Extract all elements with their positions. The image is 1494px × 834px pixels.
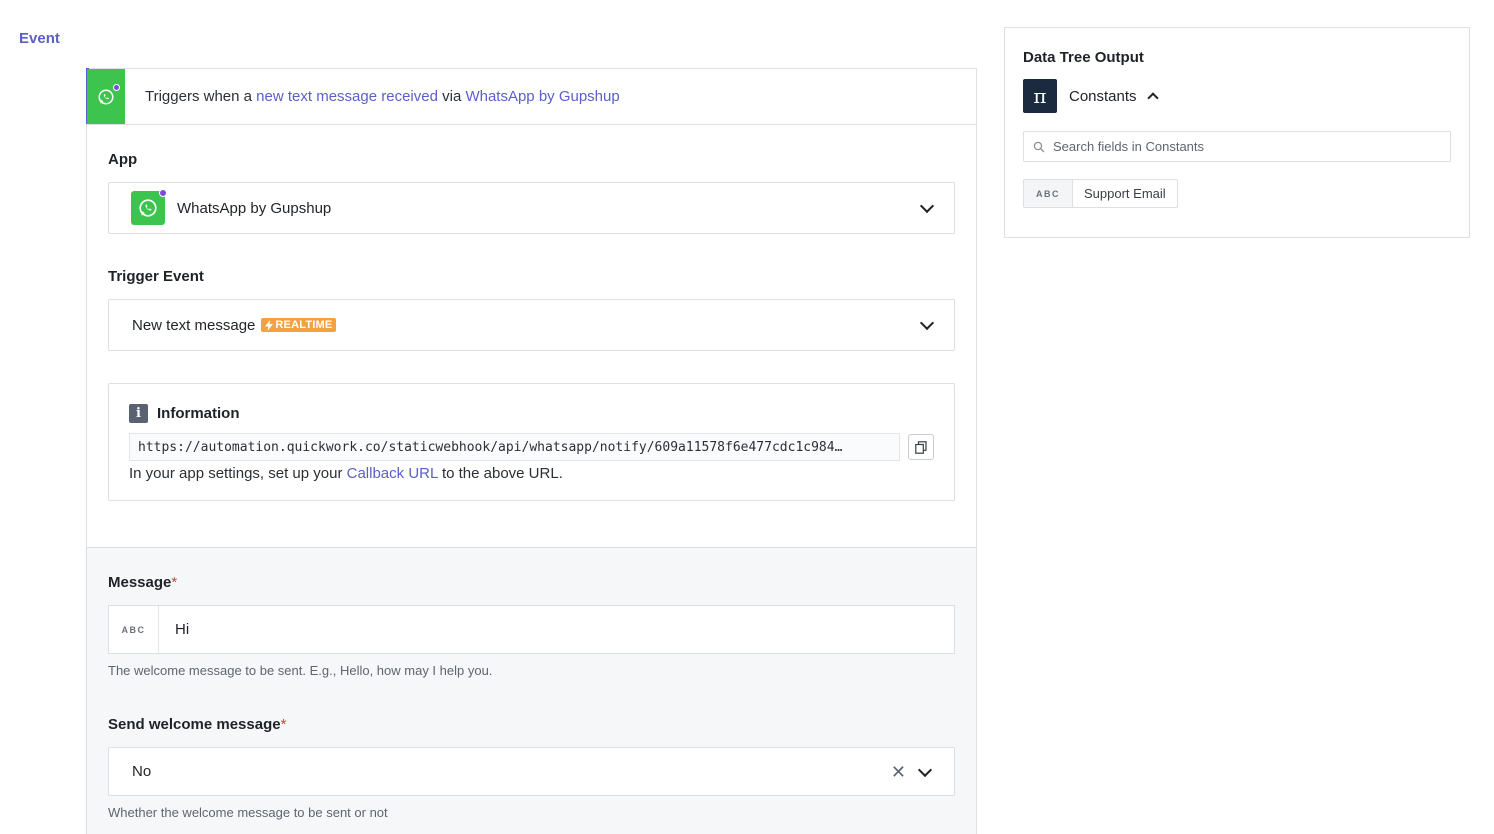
- trigger-event-link[interactable]: new text message received: [256, 88, 438, 105]
- constants-search-box[interactable]: [1023, 131, 1451, 162]
- realtime-badge: REALTIME: [261, 318, 337, 332]
- trigger-event-value: New text message: [132, 316, 256, 334]
- trigger-app-link[interactable]: WhatsApp by Gupshup: [465, 88, 619, 105]
- message-input-value[interactable]: Hi: [159, 621, 189, 638]
- text-type-tag: ABC: [1024, 180, 1073, 207]
- app-select-value: WhatsApp by Gupshup: [177, 199, 332, 217]
- app-select[interactable]: WhatsApp by Gupshup: [108, 182, 955, 234]
- search-icon: [1033, 141, 1045, 152]
- required-marker: *: [280, 716, 287, 733]
- trigger-summary-bar: Triggers when a new text message receive…: [86, 68, 976, 125]
- whatsapp-app-tile: [87, 69, 125, 124]
- constants-search-input[interactable]: [1053, 139, 1433, 154]
- gupshup-badge-icon: [159, 189, 167, 197]
- data-field-name: Support Email: [1084, 186, 1166, 201]
- input-fields-section: Message* ABC Hi The welcome message to b…: [87, 547, 976, 834]
- send-welcome-label-text: Send welcome message: [108, 716, 281, 733]
- send-welcome-label: Send welcome message*: [108, 716, 955, 733]
- data-tree-panel: Data Tree Output π Constants ABC Support…: [1004, 27, 1470, 238]
- pi-icon: π: [1023, 79, 1057, 113]
- message-hint: The welcome message to be sent. E.g., He…: [108, 663, 493, 678]
- whatsapp-app-icon: [131, 189, 167, 225]
- send-welcome-select[interactable]: No ✕: [108, 747, 955, 796]
- message-input[interactable]: ABC Hi: [108, 605, 955, 654]
- required-marker: *: [171, 574, 178, 591]
- chevron-down-icon[interactable]: [919, 198, 935, 214]
- information-title: Information: [157, 405, 240, 422]
- callback-url-link[interactable]: Callback URL: [347, 465, 438, 482]
- copy-url-button[interactable]: [908, 434, 934, 460]
- trigger-via-text: via: [437, 88, 466, 105]
- chevron-down-icon[interactable]: [917, 762, 933, 777]
- event-config-card: Triggers when a new text message receive…: [86, 68, 977, 834]
- message-label: Message*: [108, 574, 955, 591]
- copy-icon: [915, 440, 927, 454]
- chevron-up-icon[interactable]: [1146, 92, 1159, 104]
- nav-event-link[interactable]: Event: [19, 30, 60, 47]
- constants-label: Constants: [1069, 87, 1137, 105]
- information-note: In your app settings, set up your Callba…: [129, 465, 934, 482]
- trigger-event-select[interactable]: New text message REALTIME: [108, 299, 955, 351]
- text-type-tag: ABC: [109, 606, 159, 653]
- webhook-url-field[interactable]: https://automation.quickwork.co/staticwe…: [129, 433, 901, 461]
- trigger-prefix-text: Triggers when a: [145, 88, 257, 105]
- message-label-text: Message: [108, 574, 172, 591]
- note-prefix-text: In your app settings, set up your: [129, 465, 347, 482]
- clear-icon[interactable]: ✕: [891, 763, 906, 781]
- constants-group-toggle[interactable]: π Constants: [1023, 79, 1451, 113]
- realtime-badge-label: REALTIME: [275, 319, 333, 331]
- send-welcome-value: No: [132, 763, 152, 780]
- whatsapp-icon: [139, 199, 157, 217]
- app-label: App: [108, 151, 138, 168]
- data-tree-title: Data Tree Output: [1023, 49, 1144, 66]
- send-welcome-hint: Whether the welcome message to be sent o…: [108, 805, 388, 820]
- lightning-icon: [265, 319, 274, 331]
- information-panel: i Information https://automation.quickwo…: [108, 383, 955, 501]
- data-field-support-email[interactable]: ABC Support Email: [1023, 179, 1178, 208]
- trigger-description: Triggers when a new text message receive…: [145, 88, 620, 105]
- chevron-down-icon[interactable]: [919, 315, 935, 331]
- note-suffix-text: to the above URL.: [437, 465, 563, 482]
- gupshup-badge-icon: [113, 84, 120, 91]
- info-icon: i: [129, 404, 148, 423]
- trigger-event-label: Trigger Event: [108, 268, 204, 285]
- whatsapp-icon: [98, 89, 114, 104]
